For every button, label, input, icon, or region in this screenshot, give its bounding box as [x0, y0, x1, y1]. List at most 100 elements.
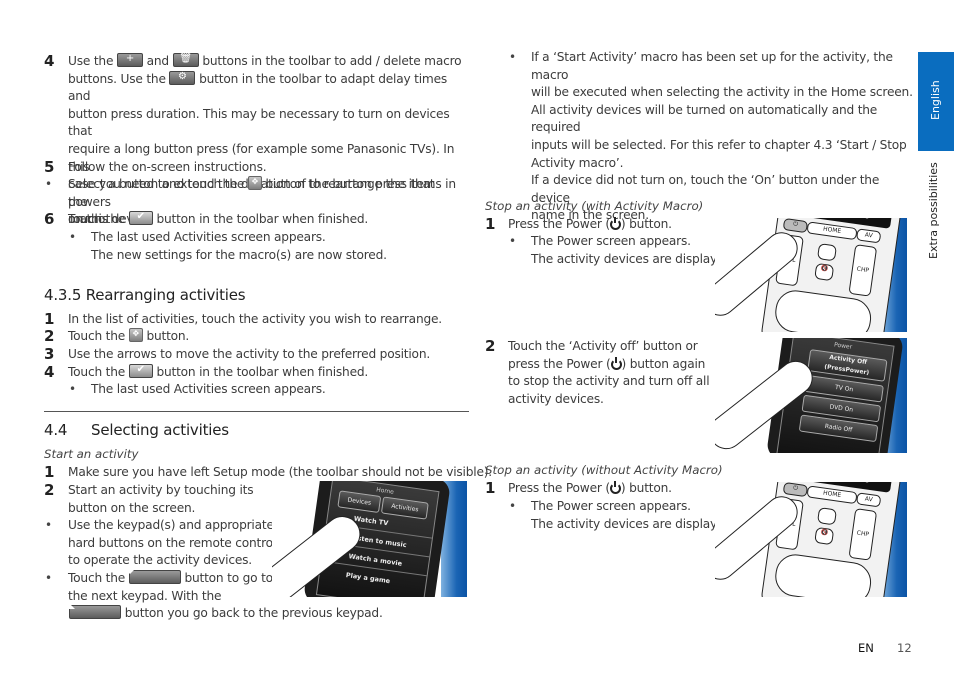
text: activity devices. [508, 391, 604, 406]
text: ) button again [621, 356, 706, 371]
text: Select a button and touch the [68, 177, 245, 191]
text: Press the Power ( [508, 481, 610, 495]
remote-power-illustration-2: Prestigo ⏻ HOME AV VOL 🔇 CHP [715, 482, 907, 597]
bullet-text: Use the keypad(s) and appropriate hard b… [68, 517, 276, 570]
av-button: AV [855, 492, 882, 508]
footer-language: EN [858, 641, 874, 655]
bullet-text: The last used Activities screen appears. [91, 382, 326, 396]
text: hard buttons on the remote control [68, 535, 277, 550]
text: Press the Power ( [508, 217, 610, 231]
mute-button: 🔇 [814, 262, 835, 282]
home-button: HOME [806, 485, 858, 505]
step-text: In the list of activities, touch the act… [68, 312, 442, 326]
text: button press duration. This may be neces… [68, 106, 450, 139]
subheading-stop-with-macro: Stop an activity (with Activity Macro) [485, 199, 704, 213]
step-text: Use the arrows to move the activity to t… [68, 347, 431, 361]
step-text: Touch the ‘Activity off’ button or press… [508, 338, 710, 408]
check-button-icon: ✔ [128, 364, 153, 378]
language-tab: English [918, 52, 954, 151]
trash-button-icon: 🗑 [172, 53, 199, 67]
page-number: 12 [897, 641, 912, 655]
power-button: ⏻ [782, 218, 809, 234]
power-screen-illustration: Power Activity Off (PressPower) TV On DV… [715, 338, 907, 453]
text: Start an activity by touching its [68, 483, 254, 497]
text: All activity devices will be turned on a… [531, 102, 878, 135]
step-number: 5 [44, 158, 55, 176]
step-number: 2 [44, 327, 55, 345]
step-number: 1 [44, 310, 55, 328]
step-number: 4 [44, 363, 55, 381]
section-number-4-4: 4.4 [44, 421, 68, 439]
av-button: AV [855, 228, 882, 244]
text: button in the toolbar when finished. [156, 212, 369, 226]
tab-devices: Devices [337, 490, 382, 513]
bullet: • [45, 177, 53, 191]
bullet: • [45, 571, 53, 585]
ok-button [816, 243, 838, 262]
step-number: 1 [44, 463, 55, 481]
text: Touch the [68, 571, 126, 585]
subheading-start-activity: Start an activity [44, 447, 139, 461]
step6-text: Touch the ✔ button in the toolbar when f… [68, 211, 368, 229]
step-number: 4 [44, 52, 55, 70]
text: to operate the activity devices. [68, 553, 252, 568]
text: ) button. [620, 217, 672, 231]
previous-keypad-button-icon [65, 604, 121, 620]
text: The activity devices are displayed. [531, 251, 736, 266]
text: If a ‘Start Activity’ macro has been set… [531, 50, 893, 82]
section-divider [44, 411, 469, 412]
step-text: Start an activity by touching its button… [68, 482, 254, 517]
text: button on the screen. [68, 500, 196, 515]
move-button-icon: ✥ [247, 176, 262, 190]
remote-power-illustration-1: Prestigo ⏻ HOME AV VOL 🔇 CHP [715, 218, 907, 332]
step-number: 1 [485, 215, 496, 233]
text: buttons. Use the [68, 71, 166, 86]
bullet-text: The Power screen appears. The activity d… [531, 233, 736, 268]
text: Touch the [68, 365, 126, 379]
power-icon [609, 217, 621, 230]
chp-rocker: CHP [848, 508, 878, 561]
text: Touch the [68, 212, 126, 226]
text: Touch the ‘Activity off’ button or [508, 339, 698, 353]
check-button-icon: ✔ [128, 211, 153, 225]
language-tab-label: English [929, 80, 942, 120]
step-text: Press the Power ( ) button. [508, 216, 672, 234]
step-text: Touch the ✥ button. [68, 328, 189, 346]
text: The activity devices are displayed. [531, 516, 736, 531]
text: The new settings for the macro(s) are no… [91, 247, 387, 262]
text: Use the keypad(s) and appropriate [68, 518, 274, 532]
step-number: 2 [485, 337, 496, 355]
bullet-text: The Power screen appears. The activity d… [531, 498, 736, 533]
step-number: 2 [44, 481, 55, 499]
bullet: • [509, 234, 517, 248]
section-heading-4-3-5: 4.3.5 Rearranging activities [44, 286, 246, 304]
step6-bullet: The last used Activities screen appears.… [91, 229, 387, 264]
text: The Power screen appears. [531, 234, 691, 248]
power-icon [610, 356, 622, 370]
section-tab-label: Extra possibilities [927, 162, 940, 259]
text: press the Power ( [508, 356, 611, 371]
text: Touch the [68, 329, 126, 343]
text: button. [146, 329, 190, 343]
power-icon [609, 481, 621, 494]
text: Use the [68, 54, 114, 68]
text: The last used Activities screen appears. [91, 230, 326, 244]
next-keypad-button-icon [124, 569, 181, 584]
text: inputs will be selected. For this refer … [531, 137, 907, 152]
ok-button [816, 507, 838, 526]
chp-rocker: CHP [848, 244, 878, 297]
add-button-icon: + [116, 53, 143, 67]
bullet: • [509, 499, 517, 513]
bullet: • [509, 50, 517, 64]
text: Activity macro’. [531, 155, 624, 170]
activity-item: Play a game [345, 571, 391, 586]
step-number: 6 [44, 210, 55, 228]
step-number: 3 [44, 345, 55, 363]
text: button in the toolbar when finished. [156, 365, 369, 379]
text: to stop the activity and turn off all [508, 374, 710, 389]
power-button: ⏻ [782, 482, 809, 498]
step-text: Make sure you have left Setup mode (the … [68, 465, 492, 479]
home-screen-illustration: Home Devices Activities Watch TV Listen … [272, 481, 467, 597]
section-heading-4-4: Selecting activities [91, 421, 229, 439]
home-button: HOME [806, 221, 858, 241]
